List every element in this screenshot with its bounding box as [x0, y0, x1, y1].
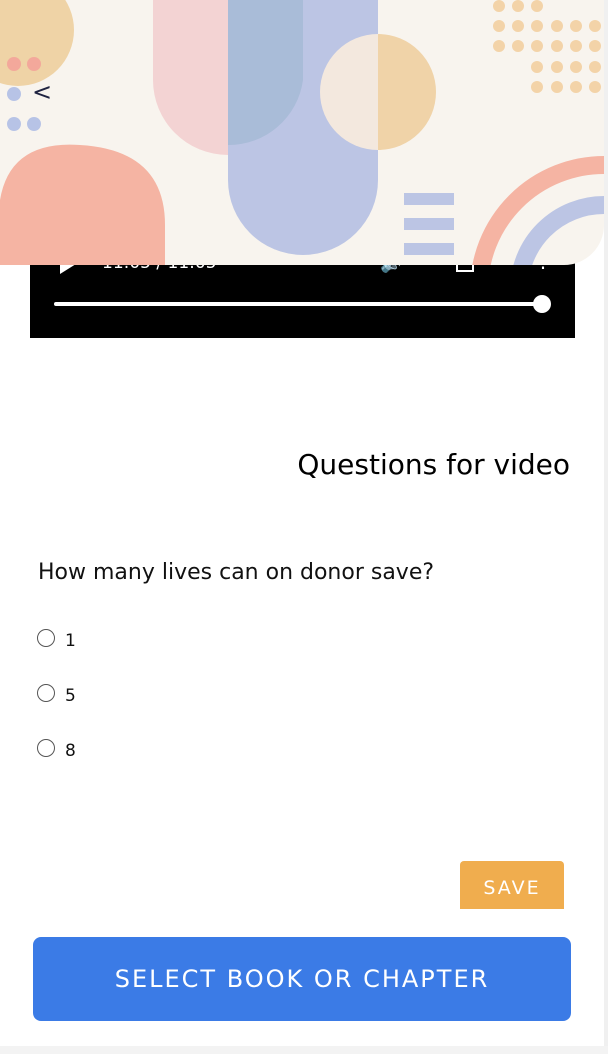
shape-beige-circle	[0, 0, 74, 86]
radio-button[interactable]	[37, 629, 55, 647]
answer-label: 8	[65, 741, 76, 761]
decorative-header: <	[0, 0, 604, 265]
dot	[7, 57, 21, 71]
answer-label: 1	[65, 631, 76, 651]
page-edge	[604, 0, 608, 1054]
answer-option-8[interactable]: 8	[37, 736, 76, 761]
question-prompt: How many lives can on donor save?	[38, 560, 435, 585]
stripe	[404, 218, 454, 230]
dot	[7, 87, 21, 101]
dot-grid	[493, 0, 601, 93]
video-progress-track[interactable]	[54, 302, 542, 306]
dot	[7, 117, 21, 131]
shape-beige-half	[378, 34, 436, 150]
stripe	[404, 243, 454, 255]
radio-button[interactable]	[37, 739, 55, 757]
save-button[interactable]: SAVE	[460, 861, 564, 909]
chevron-left-icon[interactable]: <	[30, 80, 54, 106]
dot	[27, 117, 41, 131]
answer-option-1[interactable]: 1	[37, 626, 76, 651]
shape-salmon-blob	[0, 144, 165, 265]
answer-option-5[interactable]: 5	[37, 681, 76, 706]
select-book-or-chapter-button[interactable]: SELECT BOOK OR CHAPTER	[33, 937, 571, 1021]
header-illustration	[0, 0, 604, 265]
page-edge	[0, 1046, 608, 1054]
stripe	[404, 193, 454, 205]
radio-button[interactable]	[37, 684, 55, 702]
page: 11:05 / 11:05 🔊 ⋮	[0, 0, 604, 1054]
answer-label: 5	[65, 686, 76, 706]
shape-rainbow-inner	[513, 196, 604, 265]
video-progress-handle[interactable]	[533, 295, 551, 313]
dot	[27, 57, 41, 71]
questions-title: Questions for video	[297, 448, 570, 481]
